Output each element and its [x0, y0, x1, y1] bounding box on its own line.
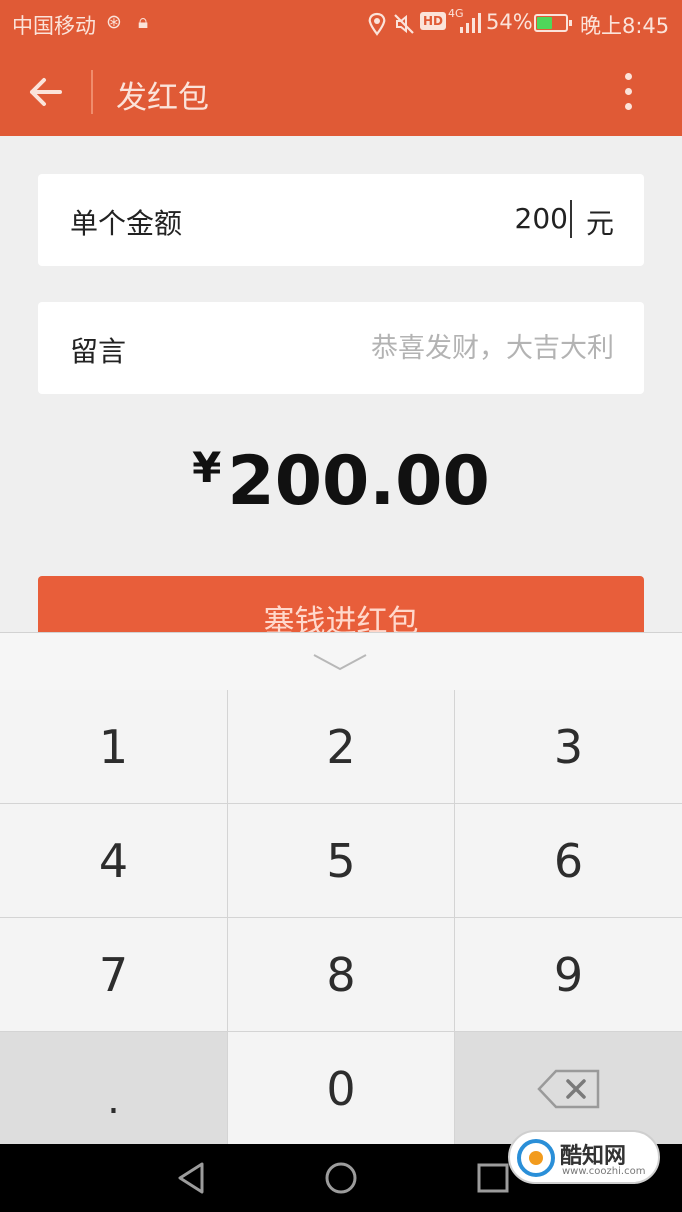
carrier-name: 中国移动: [12, 14, 96, 38]
keypad-header: [0, 632, 682, 690]
keypad-keys: 1 2 3 4 5 6 7 8 9 . 0: [0, 690, 682, 1145]
nav-recent-icon[interactable]: [474, 1160, 512, 1196]
arrow-left-icon: [30, 78, 62, 106]
chevron-down-icon[interactable]: [311, 651, 369, 673]
more-vertical-icon: [625, 73, 632, 80]
sync-icon: ⊛: [106, 11, 122, 33]
lock-icon: 🔒︎: [138, 11, 149, 33]
key-3[interactable]: 3: [455, 690, 682, 803]
key-5[interactable]: 5: [228, 804, 454, 917]
mute-icon: [394, 14, 414, 34]
clock: 晚上8:45: [580, 14, 670, 38]
key-4[interactable]: 4: [0, 804, 227, 917]
amount-field[interactable]: 单个金额 200 元: [38, 174, 644, 266]
key-0[interactable]: 0: [228, 1032, 454, 1145]
currency-symbol: ¥: [192, 443, 222, 492]
key-6[interactable]: 6: [455, 804, 682, 917]
message-input[interactable]: [214, 326, 614, 370]
amount-label: 单个金额: [70, 207, 183, 240]
page-title: 发红包: [116, 80, 209, 116]
watermark-url: www.coozhi.com: [562, 1166, 646, 1177]
key-1[interactable]: 1: [0, 690, 227, 803]
amount-unit: 元: [585, 207, 614, 240]
battery-icon: [534, 14, 572, 32]
signal-icon: [460, 13, 481, 33]
amount-value[interactable]: 200: [515, 202, 568, 235]
battery-percent: 54%: [486, 10, 533, 34]
key-8[interactable]: 8: [228, 918, 454, 1031]
title-divider: [91, 70, 93, 114]
watermark-logo-icon: [517, 1139, 555, 1177]
nav-home-icon[interactable]: [322, 1160, 360, 1196]
nav-back-icon[interactable]: [172, 1160, 210, 1196]
app-bar: 发红包: [0, 48, 682, 136]
hd-badge: HD: [420, 12, 447, 30]
more-options-button[interactable]: [612, 68, 646, 116]
battery-fill: [537, 17, 553, 29]
location-icon: [368, 12, 386, 36]
total-value: 200.00: [227, 442, 490, 521]
total-amount: ¥200.00: [0, 442, 682, 521]
key-2[interactable]: 2: [228, 690, 454, 803]
message-label: 留言: [70, 335, 127, 368]
backspace-key[interactable]: [455, 1032, 682, 1145]
key-9[interactable]: 9: [455, 918, 682, 1031]
message-field[interactable]: 留言: [38, 302, 644, 394]
text-cursor: [570, 200, 572, 238]
status-bar: 中国移动 ⊛ 🔒︎ HD 4G 54% 晚上8:45: [0, 0, 682, 48]
back-button[interactable]: [18, 68, 74, 116]
numeric-keypad: 1 2 3 4 5 6 7 8 9 . 0: [0, 632, 682, 1145]
watermark: 酷知网 www.coozhi.com: [508, 1130, 660, 1184]
key-7[interactable]: 7: [0, 918, 227, 1031]
key-decimal[interactable]: .: [0, 1032, 227, 1145]
backspace-icon: [536, 1069, 599, 1108]
